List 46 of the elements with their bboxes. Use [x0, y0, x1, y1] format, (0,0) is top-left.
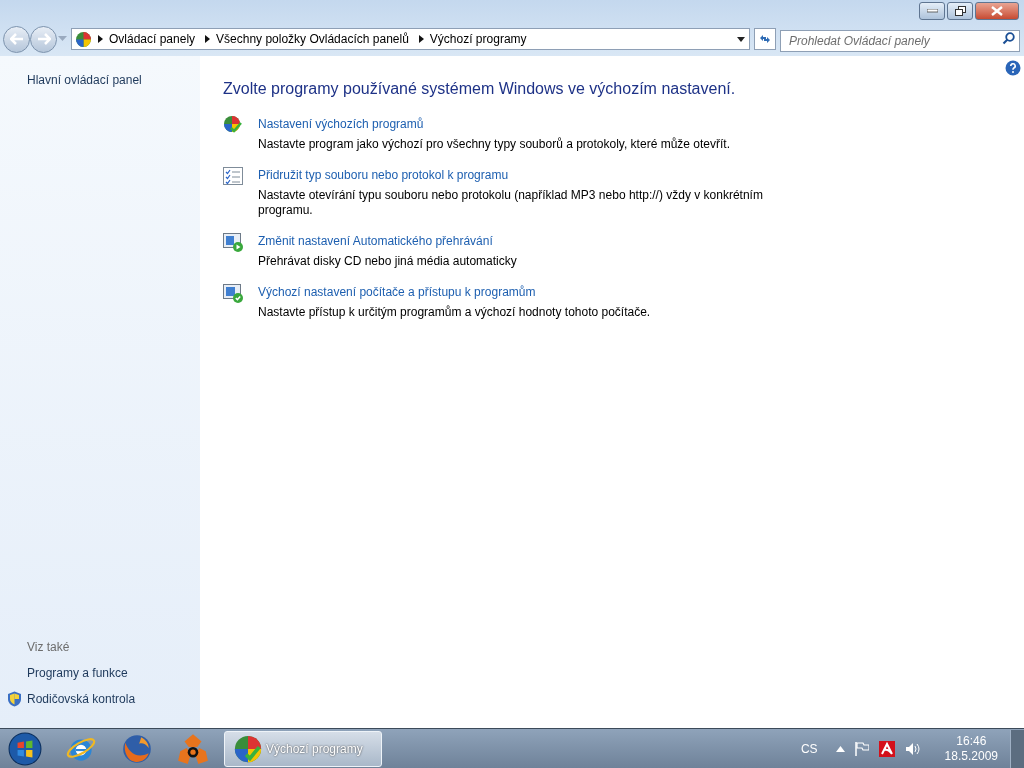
page-heading: Zvolte programy používané systémem Windows ve výchozím nastavení.	[223, 79, 736, 99]
sidebar-link[interactable]: Programy a funkce	[27, 664, 128, 682]
flag-icon[interactable]	[854, 741, 869, 756]
breadcrumb-arrow-icon[interactable]	[205, 35, 211, 43]
task-link[interactable]: Nastavení výchozích programů	[258, 115, 424, 133]
breadcrumb-arrow-icon[interactable]	[418, 35, 424, 43]
computer-check-icon	[223, 283, 244, 304]
section-heading: Viz také	[27, 639, 70, 656]
control-panel-icon	[233, 733, 263, 764]
breadcrumb-item[interactable]: Výchozí programy	[429, 30, 527, 48]
back-arrow-icon	[9, 33, 24, 45]
forward-button[interactable]	[30, 25, 57, 53]
minimize-icon	[926, 9, 938, 13]
shield-icon	[7, 691, 22, 707]
close-button[interactable]	[975, 2, 1019, 20]
sidebar-link[interactable]: Hlavní ovládací panel	[27, 71, 142, 89]
volume-icon[interactable]	[904, 741, 921, 756]
show-hidden-icons-icon[interactable]	[835, 745, 845, 752]
breadcrumb-item[interactable]: Všechny položky Ovládacích panelů	[216, 30, 409, 48]
refresh-button[interactable]	[754, 28, 776, 50]
task-link[interactable]: Změnit nastavení Automatického přehrávání	[258, 232, 493, 250]
task-description: Nastavte program jako výchozí pro všechny typy souborů a protokoly, které může otevřít.	[258, 137, 730, 152]
task-description: Nastavte přístup k určitým programům a výchozí hodnoty tohoto počítače.	[258, 305, 651, 320]
dropdown-icon[interactable]	[737, 36, 745, 42]
minimize-button[interactable]	[919, 2, 945, 20]
forward-arrow-icon	[36, 33, 51, 45]
media-play-icon	[223, 232, 244, 253]
breadcrumb-item[interactable]: Ovládací panely	[109, 30, 196, 48]
restore-icon	[954, 6, 966, 16]
search-field[interactable]: Prohledat Ovládací panely	[780, 30, 1020, 52]
restore-button[interactable]	[947, 2, 973, 20]
start-orb-icon[interactable]	[8, 731, 42, 766]
help-icon[interactable]	[1005, 60, 1021, 76]
task-link[interactable]: Přidružit typ souboru nebo protokol k programu	[258, 166, 509, 184]
refresh-icon	[758, 33, 772, 45]
back-button[interactable]	[3, 25, 30, 53]
address-field[interactable]: Ovládací panely Všechny položky Ovládacích panelů Výchozí programy	[71, 28, 750, 50]
checklist-icon	[223, 166, 244, 187]
task-link[interactable]: Výchozí nastavení počítače a přístupu k programům	[258, 283, 536, 301]
search-icon[interactable]	[1002, 32, 1015, 45]
task-description: Nastavte otevírání typu souboru nebo protokolu (například MP3 nebo http://) vždy v konkrétním programu.	[258, 188, 764, 218]
sidebar-link[interactable]: Rodičovská kontrola	[27, 690, 136, 708]
breadcrumb-arrow-icon[interactable]	[98, 35, 103, 43]
close-icon	[991, 6, 1003, 16]
control-panel-icon	[75, 30, 92, 48]
task-description: Přehrávat disky CD nebo jiná média automaticky	[258, 254, 517, 269]
